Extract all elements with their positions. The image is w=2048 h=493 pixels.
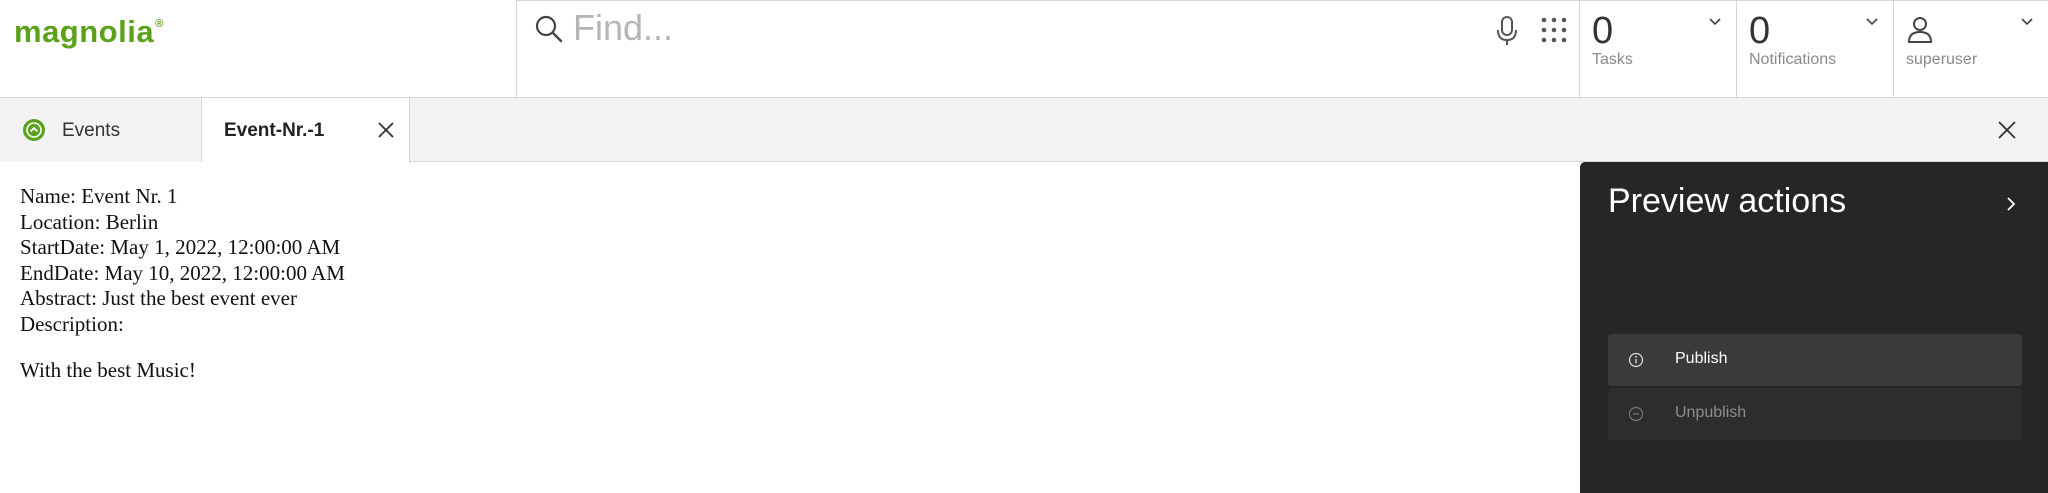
tab-label: Events: [62, 120, 121, 141]
event-end-date: EndDate: May 10, 2022, 12:00:00 AM: [20, 260, 345, 285]
tab-bar: Events Event-Nr.-1: [0, 98, 2048, 163]
close-icon[interactable]: [376, 120, 396, 140]
app-icon: [23, 119, 45, 141]
event-abstract: Abstract: Just the best event ever: [20, 286, 297, 310]
notifications-count: 0: [1749, 10, 1771, 52]
close-app-icon[interactable]: [1996, 119, 2018, 141]
tab-events[interactable]: Events: [0, 98, 202, 162]
search-input[interactable]: [573, 3, 1473, 53]
event-description-label: Description:: [20, 311, 124, 336]
event-description: With the best Music!: [20, 358, 196, 382]
panel-title: Preview actions: [1608, 182, 1847, 220]
chevron-down-icon[interactable]: [1708, 17, 1722, 27]
info-icon: [1628, 352, 1644, 368]
microphone-icon[interactable]: [1493, 15, 1521, 47]
user-menu[interactable]: superuser: [1894, 0, 2048, 98]
tasks-count: 0: [1592, 10, 1614, 52]
chevron-down-icon[interactable]: [2020, 17, 2034, 27]
user-icon: [1908, 17, 1932, 43]
chevron-down-icon[interactable]: [1865, 17, 1879, 27]
tab-label: Event-Nr.-1: [224, 120, 325, 141]
notifications-indicator[interactable]: 0 Notifications: [1737, 0, 1894, 98]
event-start-date: StartDate: May 1, 2022, 12:00:00 AM: [20, 235, 341, 259]
tasks-indicator[interactable]: 0 Tasks: [1580, 0, 1737, 98]
magnolia-logo[interactable]: magnolia ®: [14, 14, 163, 58]
top-bar: magnolia ® 0 Tasks 0 Notificati: [0, 0, 2048, 98]
logo-text: magnolia: [14, 14, 155, 49]
notifications-label: Notifications: [1749, 51, 1837, 68]
unpublish-button[interactable]: Unpublish: [1608, 388, 2022, 440]
username-label: superuser: [1906, 51, 1978, 68]
tasks-label: Tasks: [1592, 51, 1633, 68]
event-preview: Name: Event Nr. 1 Location: Berlin Start…: [20, 184, 345, 384]
unpublish-label: Unpublish: [1675, 404, 1747, 421]
logo-registered-mark: ®: [155, 18, 164, 30]
chevron-right-icon[interactable]: [2006, 196, 2016, 212]
search-icon[interactable]: [533, 13, 565, 45]
publish-button[interactable]: Publish: [1608, 334, 2022, 386]
search-bar: [516, 0, 1580, 98]
minus-circle-icon: [1628, 406, 1644, 422]
event-name: Name: Event Nr. 1: [20, 184, 178, 208]
publish-label: Publish: [1675, 350, 1728, 367]
app-launcher-icon[interactable]: [1539, 15, 1569, 45]
event-location: Location: Berlin: [20, 209, 159, 234]
preview-actions-panel: Preview actions Publish Unpublish: [1580, 162, 2048, 493]
tab-event-nr-1[interactable]: Event-Nr.-1: [202, 98, 410, 163]
